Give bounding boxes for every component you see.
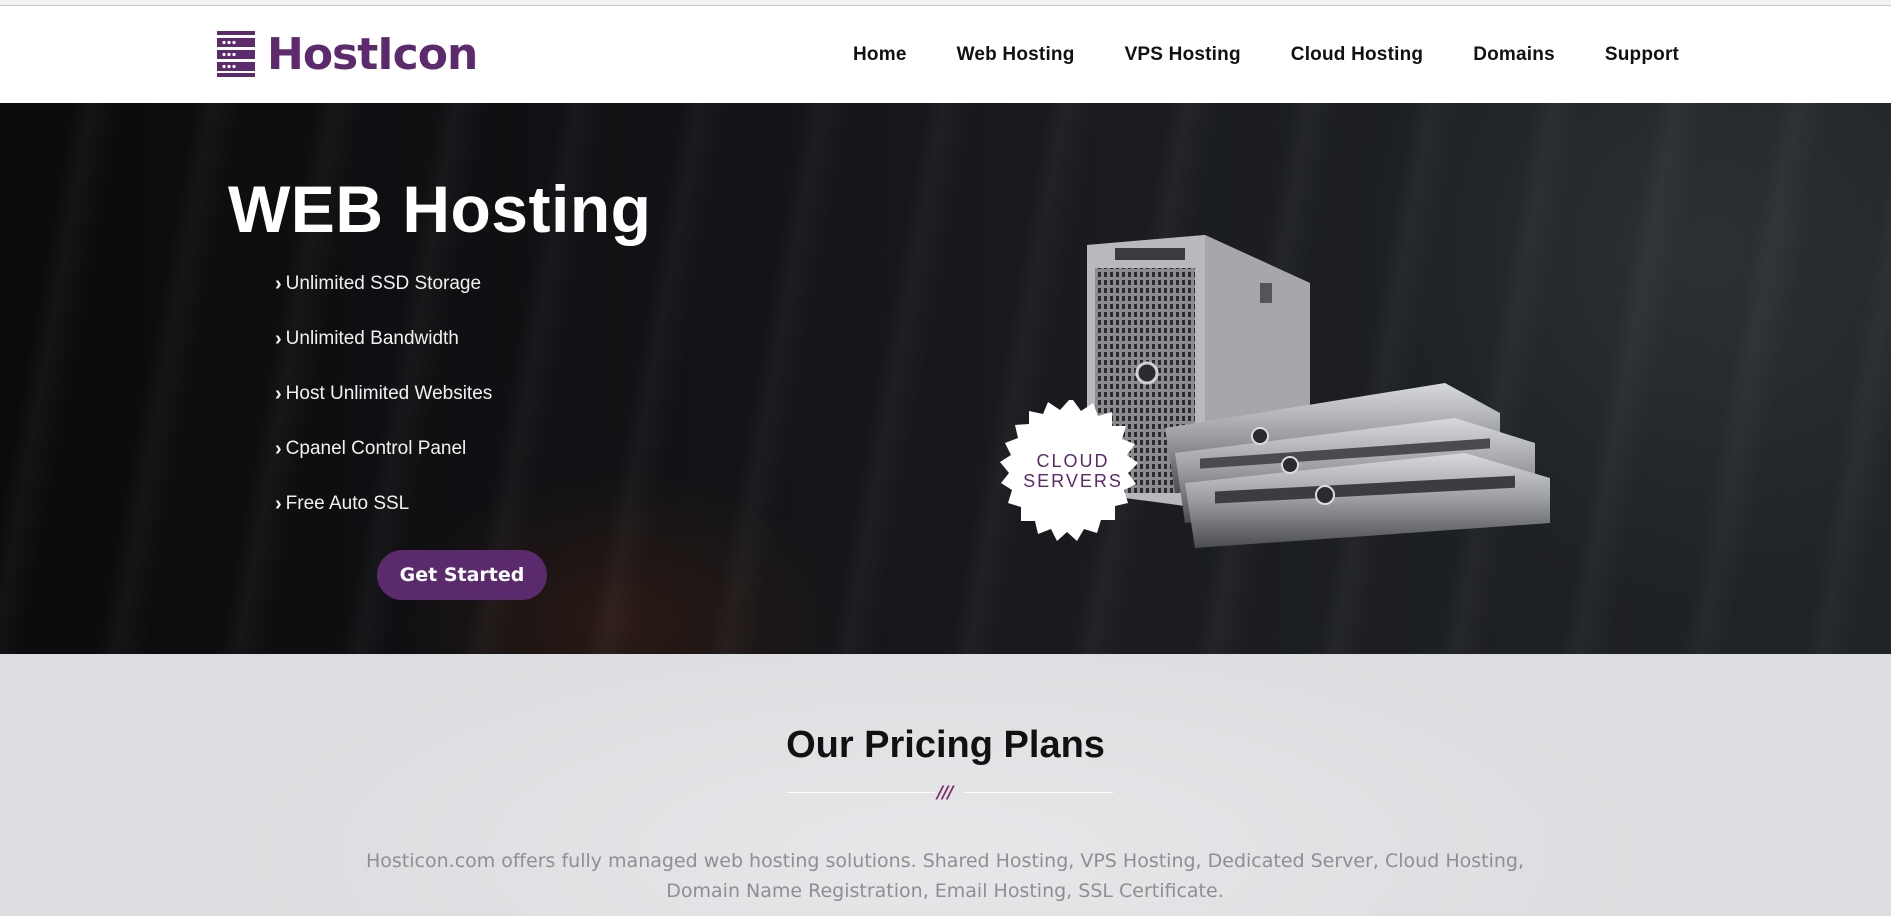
nav-vps-hosting[interactable]: VPS Hosting bbox=[1125, 44, 1241, 66]
main-nav: Home Web Hosting VPS Hosting Cloud Hosti… bbox=[853, 44, 1679, 66]
nav-home[interactable]: Home bbox=[853, 44, 907, 66]
pricing-description-line-1: Hosticon.com offers fully managed web ho… bbox=[366, 850, 1524, 872]
nav-support[interactable]: Support bbox=[1605, 44, 1679, 66]
feature-label: Free Auto SSL bbox=[285, 493, 410, 514]
feature-item: › Unlimited Bandwidth bbox=[275, 328, 492, 383]
pricing-description-line-2: Domain Name Registration, Email Hosting,… bbox=[666, 880, 1224, 902]
pricing-description: Hosticon.com offers fully managed web ho… bbox=[360, 846, 1530, 906]
server-hardware-image: CLOUD SERVERS bbox=[1000, 235, 1550, 548]
badge-line-2: SERVERS bbox=[1023, 471, 1123, 491]
hero-title: WEB Hosting bbox=[228, 172, 652, 246]
feature-item: › Host Unlimited Websites bbox=[275, 383, 492, 438]
feature-label: Host Unlimited Websites bbox=[285, 383, 493, 404]
get-started-button[interactable]: Get Started bbox=[377, 550, 547, 600]
badge-line-1: CLOUD bbox=[1036, 451, 1109, 471]
divider-line-left bbox=[787, 792, 935, 793]
divider-line-right bbox=[965, 792, 1113, 793]
feature-label: Unlimited Bandwidth bbox=[285, 328, 459, 349]
server-logo-icon bbox=[217, 31, 255, 77]
site-logo[interactable]: HostIcon bbox=[217, 28, 478, 80]
pricing-section: Our Pricing Plans /// Hosticon.com offer… bbox=[0, 654, 1891, 916]
feature-list: › Unlimited SSD Storage › Unlimited Bandwi… bbox=[275, 273, 492, 548]
section-divider: /// bbox=[787, 783, 1113, 803]
feature-label: Cpanel Control Panel bbox=[285, 438, 467, 459]
nav-cloud-hosting[interactable]: Cloud Hosting bbox=[1291, 44, 1423, 66]
feature-item: › Unlimited SSD Storage bbox=[275, 273, 492, 328]
brand-name: HostIcon bbox=[267, 28, 478, 80]
nav-domains[interactable]: Domains bbox=[1473, 44, 1555, 66]
chevron-right-icon: › bbox=[275, 383, 282, 405]
chevron-right-icon: › bbox=[275, 438, 282, 460]
chevron-right-icon: › bbox=[275, 493, 282, 515]
feature-item: › Cpanel Control Panel bbox=[275, 438, 492, 493]
hero-banner: WEB Hosting › Unlimited SSD Storage › Unli… bbox=[0, 103, 1891, 654]
divider-mark: /// bbox=[937, 783, 954, 803]
pricing-title: Our Pricing Plans bbox=[786, 724, 1105, 766]
site-header: HostIcon Home Web Hosting VPS Hosting Cl… bbox=[0, 6, 1891, 103]
feature-item: › Free Auto SSL bbox=[275, 493, 492, 548]
feature-label: Unlimited SSD Storage bbox=[285, 273, 482, 294]
chevron-right-icon: › bbox=[275, 273, 282, 295]
nav-web-hosting[interactable]: Web Hosting bbox=[957, 44, 1075, 66]
chevron-right-icon: › bbox=[275, 328, 282, 350]
